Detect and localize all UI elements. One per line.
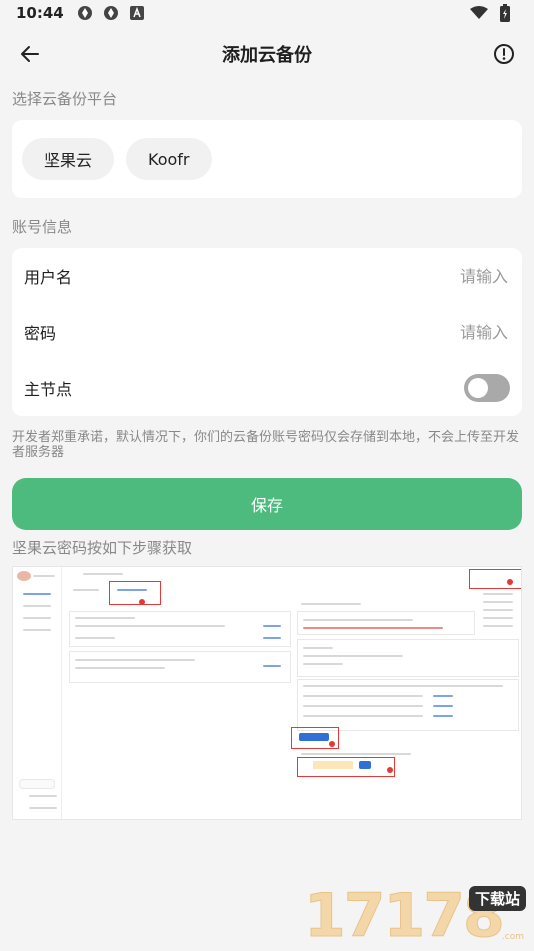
guide-step-dot bbox=[387, 767, 393, 773]
username-input[interactable] bbox=[306, 265, 510, 287]
status-bar: 10:44 bbox=[0, 0, 534, 26]
platform-section-label: 选择云备份平台 bbox=[12, 90, 118, 108]
guide-line bbox=[303, 627, 443, 629]
guide-line bbox=[303, 655, 403, 657]
username-row: 用户名 bbox=[12, 248, 522, 304]
back-arrow-icon[interactable] bbox=[12, 36, 48, 72]
password-label: 密码 bbox=[24, 324, 57, 343]
guide-line bbox=[23, 629, 51, 631]
status-time: 10:44 bbox=[16, 4, 64, 22]
guide-line bbox=[483, 601, 513, 603]
guide-line bbox=[303, 705, 423, 707]
username-label: 用户名 bbox=[24, 268, 73, 287]
guide-line bbox=[75, 667, 165, 669]
guide-line bbox=[301, 753, 411, 755]
guide-box bbox=[297, 639, 519, 677]
guide-line bbox=[433, 695, 453, 697]
guide-line bbox=[23, 605, 51, 607]
platform-card: 坚果云 Koofr bbox=[12, 120, 522, 198]
guide-line bbox=[29, 795, 57, 797]
main-node-toggle[interactable] bbox=[464, 374, 510, 402]
wifi-icon bbox=[470, 4, 488, 22]
password-row: 密码 bbox=[12, 304, 522, 360]
guide-line bbox=[75, 659, 195, 661]
guide-line bbox=[75, 625, 225, 627]
guide-line bbox=[33, 575, 55, 577]
guide-line bbox=[483, 625, 513, 627]
font-notification-icon bbox=[128, 4, 146, 22]
guide-highlight-tab bbox=[109, 581, 161, 605]
guide-line bbox=[23, 593, 51, 595]
battery-icon bbox=[496, 4, 514, 22]
guide-highlight-menu bbox=[469, 569, 521, 589]
app-notification-icon-2 bbox=[102, 4, 120, 22]
guide-password-box bbox=[313, 761, 353, 769]
guide-line bbox=[83, 573, 123, 575]
privacy-note: 开发者郑重承诺，默认情况下，你们的云备份账号密码仅会存储到本地，不会上传至开发者… bbox=[12, 430, 520, 460]
info-alert-icon[interactable] bbox=[486, 36, 522, 72]
platform-chip-koofr[interactable]: Koofr bbox=[126, 138, 212, 180]
guide-box bbox=[19, 779, 55, 789]
guide-line bbox=[263, 625, 281, 627]
password-input[interactable] bbox=[306, 321, 510, 343]
account-section-label: 账号信息 bbox=[12, 218, 73, 236]
guide-line bbox=[73, 589, 99, 591]
watermark-sub: .com bbox=[501, 932, 524, 942]
guide-step-dot bbox=[329, 741, 335, 747]
guide-line bbox=[483, 617, 513, 619]
toggle-knob bbox=[468, 378, 488, 398]
guide-line bbox=[75, 637, 115, 639]
guide-line bbox=[303, 685, 503, 687]
platform-chip-jianguoyun[interactable]: 坚果云 bbox=[22, 138, 115, 180]
app-notification-icon bbox=[76, 4, 94, 22]
guide-line bbox=[303, 647, 333, 649]
guide-line bbox=[117, 589, 147, 591]
main-node-label: 主节点 bbox=[24, 380, 73, 399]
guide-button bbox=[299, 733, 329, 741]
guide-line bbox=[303, 695, 423, 697]
guide-line bbox=[263, 665, 281, 667]
guide-line bbox=[23, 617, 51, 619]
guide-line bbox=[483, 609, 513, 611]
guide-button bbox=[359, 761, 371, 769]
guide-line bbox=[303, 619, 413, 621]
guide-line bbox=[301, 603, 361, 605]
page-title: 添加云备份 bbox=[222, 45, 312, 66]
account-card: 用户名 密码 主节点 bbox=[12, 248, 522, 416]
guide-screenshot-image bbox=[12, 566, 522, 820]
guide-title: 坚果云密码按如下步骤获取 bbox=[12, 539, 193, 557]
app-bar: 添加云备份 bbox=[0, 26, 534, 82]
guide-line bbox=[75, 617, 135, 619]
watermark-badge: 下载站 bbox=[468, 886, 526, 911]
guide-line bbox=[303, 663, 343, 665]
guide-step-dot bbox=[139, 599, 145, 605]
guide-logo-icon bbox=[17, 571, 31, 581]
guide-line bbox=[433, 705, 453, 707]
guide-line bbox=[29, 807, 57, 809]
guide-line bbox=[263, 637, 281, 639]
guide-line bbox=[483, 593, 513, 595]
guide-step-dot bbox=[507, 579, 513, 585]
main-node-row: 主节点 bbox=[12, 360, 522, 416]
guide-line bbox=[433, 715, 453, 717]
save-button[interactable]: 保存 bbox=[12, 478, 522, 530]
guide-line bbox=[303, 715, 423, 717]
guide-sidebar bbox=[13, 567, 62, 819]
guide-box bbox=[297, 611, 475, 635]
site-watermark-logo: 17178 下载站 .com bbox=[304, 886, 526, 947]
